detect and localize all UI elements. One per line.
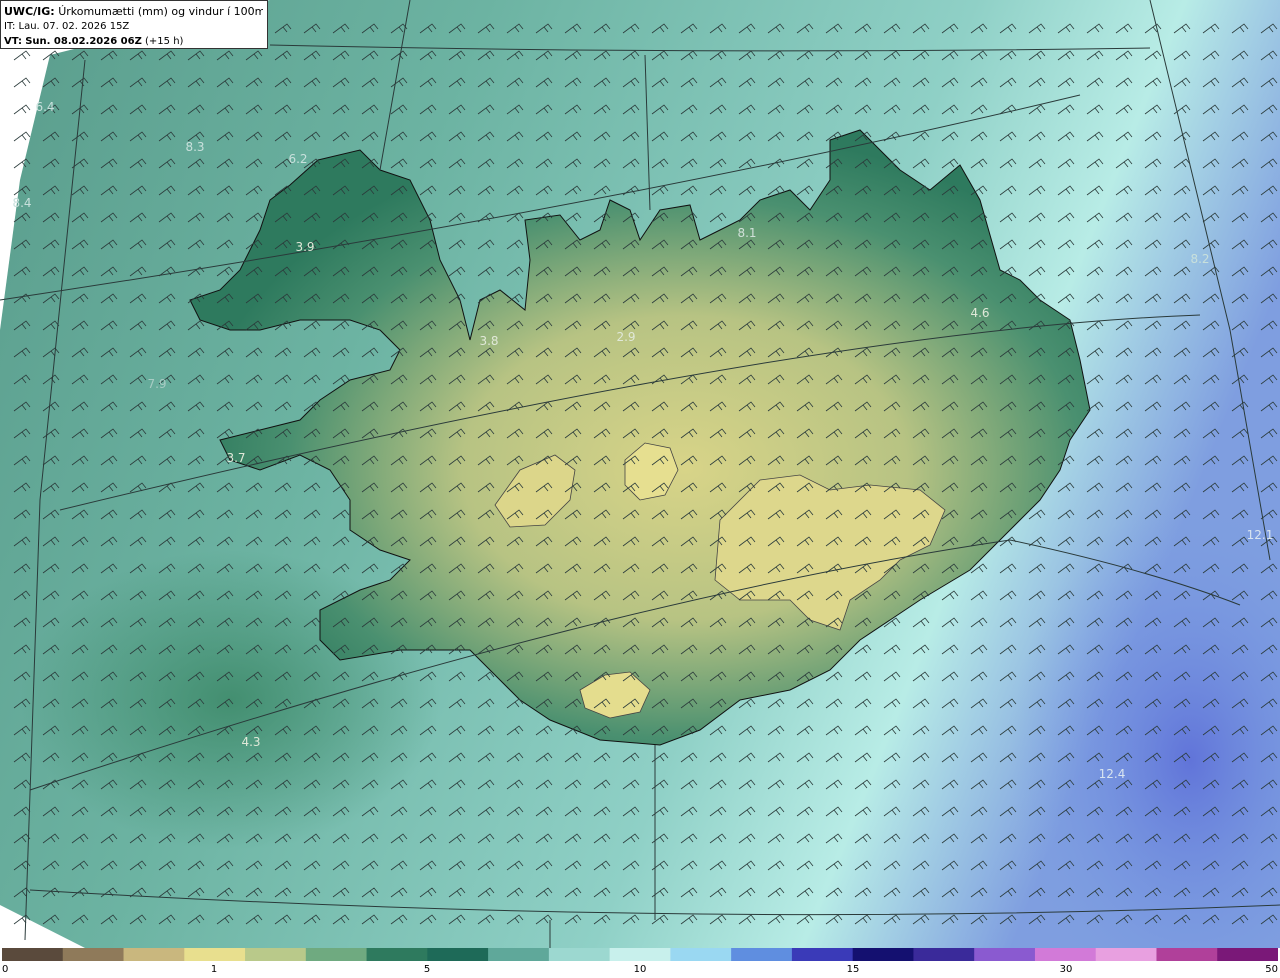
issue-time-line: IT: Lau. 07. 02. 2026 15Z [4,19,263,34]
map-label: 4.6 [970,306,989,320]
product-name: UWC/IG: [4,5,55,18]
colorbar-segment [731,948,793,961]
colorbar-tick: 10 [633,964,647,975]
colorbar-segment [488,948,550,961]
colorbar-tick: 0 [2,964,9,975]
map-label: 12.1 [1247,528,1274,542]
colorbar-segment [366,948,428,961]
colorbar-segment [913,948,975,961]
lead-time: (+15 h) [145,36,184,47]
colorbar-segment [670,948,732,961]
colorbar-segment [2,948,64,961]
title-line: UWC/IG: Úrkomumætti (mm) og vindur í 100… [4,4,263,19]
colorbar-segment [1095,948,1157,961]
colorbar-segment [1156,948,1218,961]
colorbar-segment [548,948,611,961]
colorbar-tick: 15 [846,964,860,975]
colorbar-segment [791,948,854,961]
precipitation-wind-map[interactable]: 6.4 8.3 6.2 8.4 3.9 3.8 2.9 8.1 4.6 8.2 … [0,0,1280,948]
wind-barb [13,50,31,61]
map-label: 7.9 [147,377,166,391]
map-label: 6.4 [35,100,54,114]
map-label: 2.9 [616,330,635,344]
colorbar-segment [852,948,914,961]
colorbar-segment [1034,948,1097,961]
wind-barb [13,104,31,115]
colorbar-tick: 30 [1059,964,1073,975]
valid-time-line: VT: Sun. 08.02.2026 06Z (+15 h) [4,34,263,49]
map-label: 4.3 [241,735,260,749]
colorbar-segment [305,948,368,961]
map-title: Úrkomumætti (mm) og vindur í 100m hæð [58,5,263,18]
wind-barb [13,131,31,142]
issue-label: IT: [4,21,16,32]
map-label: 8.3 [185,140,204,154]
colorbar-segment [974,948,1036,961]
map-label: 3.7 [226,451,245,465]
colorbar-segment [609,948,671,961]
valid-label: VT: [4,36,23,47]
map-label: 3.8 [479,334,498,348]
valid-time: Sun. 08.02.2026 06Z [25,36,142,47]
colorbar-segment [123,948,185,961]
map-label: 3.9 [295,240,314,254]
map-label: 8.1 [737,226,756,240]
colorbar-segment [427,948,489,961]
colorbar-tick: 1 [210,964,218,975]
colorbar-tick: 50 [1265,964,1278,975]
map-label: 8.4 [12,196,31,210]
wind-barb [13,77,31,88]
colorbar-tick: 5 [423,964,431,975]
colorbar-segment [1217,948,1278,961]
colorbar-segment [184,948,246,961]
colorbar: 0 1 5 10 15 30 50 [0,948,1280,978]
map-label: 8.2 [1190,252,1209,266]
colorbar-segment [245,948,307,961]
colorbar-segment [62,948,125,961]
colorbar-strip [2,948,1278,961]
map-info-box: UWC/IG: Úrkomumætti (mm) og vindur í 100… [0,0,268,49]
map-label: 6.2 [288,152,307,166]
map-label: 12.4 [1099,767,1126,781]
issue-time: Lau. 07. 02. 2026 15Z [18,21,130,32]
